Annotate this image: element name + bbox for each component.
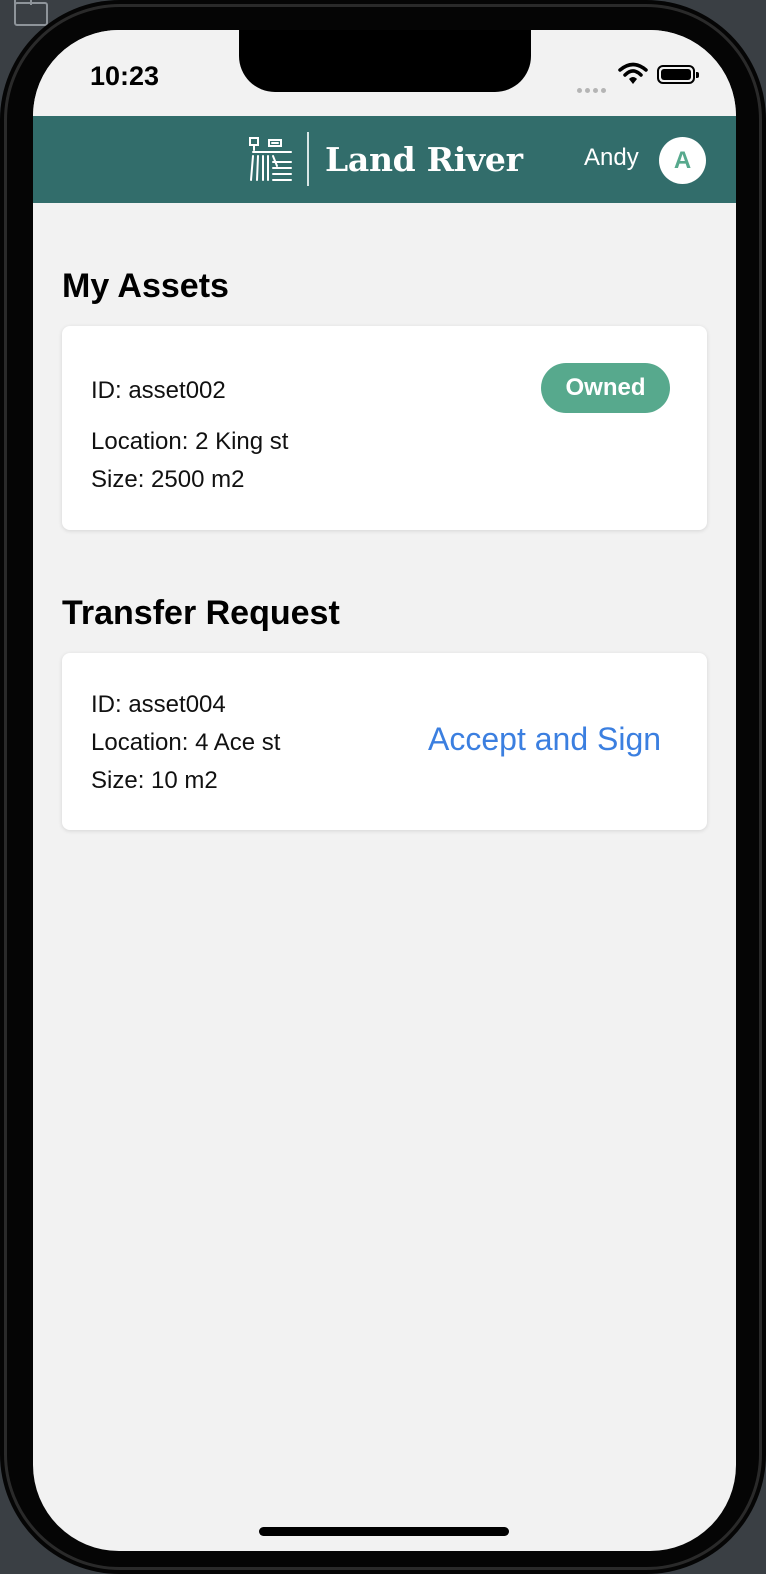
accept-and-sign-button[interactable]: Accept and Sign <box>428 721 661 758</box>
transfer-request-card: ID: asset004 Location: 4 Ace st Size: 10… <box>62 653 707 830</box>
user-avatar[interactable]: A <box>659 137 706 184</box>
owned-status-badge: Owned <box>541 363 670 413</box>
my-assets-title: My Assets <box>62 267 229 305</box>
folder-icon <box>14 0 48 26</box>
wifi-icon <box>618 62 648 84</box>
battery-icon <box>657 65 699 84</box>
phone-frame: 10:23 Land River Andy A My Assets ID: as… <box>0 0 766 1574</box>
transfer-asset-location: Location: 4 Ace st <box>91 729 281 756</box>
land-river-logo-icon <box>249 137 292 181</box>
home-indicator[interactable] <box>259 1527 509 1536</box>
cellular-signal-icon <box>577 80 609 98</box>
status-time: 10:23 <box>90 61 160 91</box>
transfer-request-title: Transfer Request <box>62 594 340 632</box>
asset-id: ID: asset002 <box>91 377 226 404</box>
app-header: Land River Andy A <box>33 116 736 203</box>
brand-logo[interactable]: Land River <box>249 132 523 186</box>
status-bar: 10:23 <box>33 30 736 116</box>
camera-notch <box>239 30 531 92</box>
asset-location: Location: 2 King st <box>91 428 289 455</box>
brand-name: Land River <box>325 139 523 179</box>
owned-asset-card[interactable]: ID: asset002 Location: 2 King st Size: 2… <box>62 326 707 530</box>
transfer-asset-id: ID: asset004 <box>91 691 226 718</box>
asset-size: Size: 2500 m2 <box>91 466 245 493</box>
app-screen: 10:23 Land River Andy A My Assets ID: as… <box>33 30 736 1551</box>
user-name[interactable]: Andy <box>584 144 639 172</box>
transfer-asset-size: Size: 10 m2 <box>91 767 218 794</box>
